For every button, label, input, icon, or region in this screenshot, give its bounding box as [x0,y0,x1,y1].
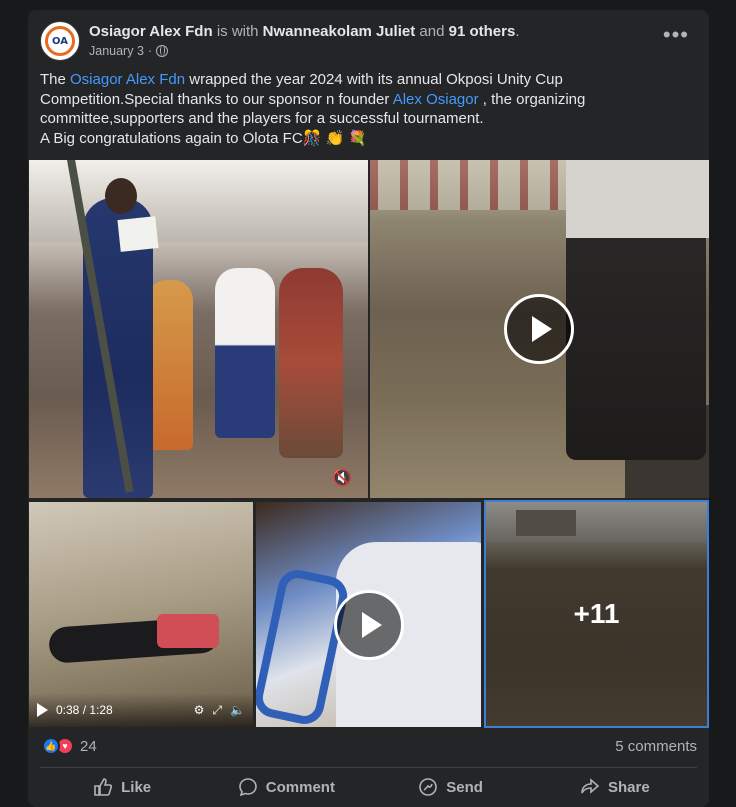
seated-man [279,268,343,458]
post-card: OA Osiagor Alex Fdn is with Nwanneakolam… [28,10,709,807]
post-text: The Osiagor Alex Fdn wrapped the year 20… [40,70,695,148]
fullscreen-icon[interactable]: ⤢ [212,703,222,718]
share-icon [581,778,600,794]
seated-person [147,280,193,450]
and-text: and [419,23,445,40]
send-icon [419,778,438,796]
media-tile-video-chair[interactable] [256,502,481,727]
volume-icon[interactable]: 🔈 [230,703,245,717]
media-tile-video-field[interactable] [370,160,709,498]
media-tile-video-ceremony[interactable]: 🔇 [29,160,368,498]
speech-paper [117,216,159,252]
red-shirt [157,614,219,648]
video-controls: 0:38 / 1:28 ⚙ ⤢ 🔈 [29,693,253,727]
period: . [515,23,520,40]
settings-icon[interactable]: ⚙ [194,703,205,717]
more-media-count[interactable]: +11 [486,502,707,726]
like-icon [94,778,113,796]
avatar-logo: OA [45,26,75,56]
media-tile-video-playing[interactable]: 0:38 / 1:28 ⚙ ⤢ 🔈 [29,502,253,727]
play-icon[interactable] [334,590,404,660]
comment-icon [238,778,257,797]
reaction-count: 24 [80,737,97,755]
share-button[interactable]: Share [533,772,697,802]
send-label: Send [446,778,483,796]
divider [40,767,697,768]
standing-person-shirt [566,160,709,238]
like-button[interactable]: Like [40,772,204,802]
play-icon[interactable] [37,703,48,717]
globe-icon [156,45,169,57]
video-time: 0:38 / 1:28 [56,703,113,717]
post-date[interactable]: January 3 [89,44,144,58]
author-name[interactable]: Osiagor Alex Fdn [89,23,213,40]
like-label: Like [121,778,152,796]
media-tile-more[interactable]: +11 [484,500,709,728]
more-options-button[interactable]: ••• [663,24,689,46]
seated-woman [215,268,275,438]
post-header: Osiagor Alex Fdn is with Nwanneakolam Ju… [89,23,519,40]
mention-alex-osiagor[interactable]: Alex Osiagor [393,91,479,108]
share-label: Share [608,778,650,796]
with-text: is with [216,23,259,40]
mention-foundation[interactable]: Osiagor Alex Fdn [70,71,185,88]
action-bar: Like Comment Send Share [40,772,697,802]
like-reaction-icon: 👍 [42,737,60,755]
tagged-name[interactable]: Nwanneakolam Juliet [263,23,416,40]
comment-button[interactable]: Comment [204,772,368,802]
mute-icon[interactable]: 🔇 [332,468,352,488]
others-link[interactable]: 91 others [449,23,516,40]
meta-dot: · [147,44,153,58]
author-avatar[interactable]: OA [40,21,80,61]
post-meta: January 3 · [89,44,169,58]
reactions[interactable]: 👍 ♥ 24 [42,737,97,755]
comment-label: Comment [265,778,335,796]
comments-count[interactable]: 5 comments [615,738,697,755]
send-button[interactable]: Send [369,772,533,802]
speaker-head [105,178,137,214]
play-icon[interactable] [504,294,574,364]
text-congrats: A Big congratulations again to Olota FC🎊… [40,129,368,147]
text-part: The [40,71,71,88]
players-background [370,160,570,210]
